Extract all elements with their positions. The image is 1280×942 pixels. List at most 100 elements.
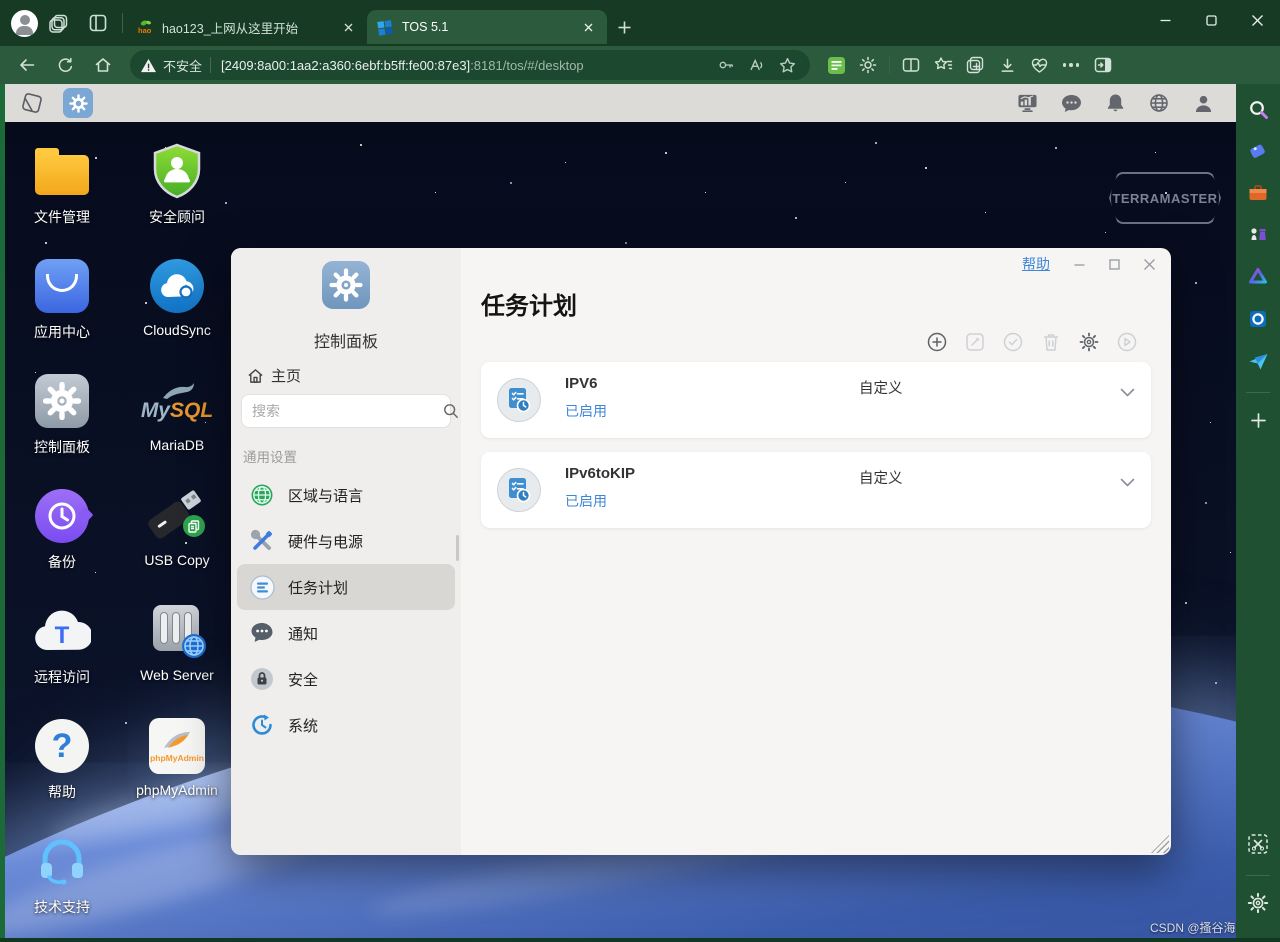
browser-close-button[interactable]: [1234, 0, 1280, 40]
sidebar-outlook-icon[interactable]: [1243, 304, 1273, 334]
sidebar-item-notifications[interactable]: 通知: [237, 610, 455, 656]
desktop-icon-usb-copy[interactable]: USB Copy: [122, 486, 232, 568]
tos-taskbar: [5, 84, 1236, 122]
sidebar-toggle-icon[interactable]: [1087, 51, 1119, 79]
desktop-icon-file-manager[interactable]: 文件管理: [7, 141, 117, 227]
starfield-small: [5, 122, 6, 123]
password-key-icon[interactable]: [718, 57, 734, 73]
desktop-icon-help[interactable]: ? 帮助: [7, 716, 117, 802]
tos-menu-icon[interactable]: [19, 90, 45, 116]
search-input[interactable]: [242, 403, 443, 419]
sidebar-shopping-icon[interactable]: [1243, 136, 1273, 166]
back-icon[interactable]: [8, 50, 46, 80]
desktop-icon-control-panel[interactable]: 控制面板: [7, 371, 117, 457]
sidebar-search-icon[interactable]: [1243, 94, 1273, 124]
control-panel-sidebar: 控制面板 主页 通用设置: [231, 248, 461, 855]
run-task-button[interactable]: [1117, 332, 1137, 352]
cloudsync-icon: [150, 259, 204, 313]
taskbar-control-panel-app[interactable]: [63, 88, 93, 118]
menu-label: 硬件与电源: [288, 531, 363, 552]
window-minimize-button[interactable]: [1074, 259, 1085, 270]
titlebar-separator: [122, 13, 123, 33]
home-icon: [247, 368, 264, 384]
split-screen-icon[interactable]: [895, 51, 927, 79]
window-resize-handle[interactable]: [1151, 835, 1169, 853]
downloads-icon[interactable]: [991, 51, 1023, 79]
globe-icon: [249, 482, 275, 508]
network-globe-icon[interactable]: [1148, 92, 1170, 114]
user-icon[interactable]: [1192, 92, 1214, 114]
task-status: 已启用: [565, 401, 607, 421]
desktop-icon-cloudsync[interactable]: CloudSync: [122, 256, 232, 338]
window-close-button[interactable]: [1144, 259, 1155, 270]
desktop-icon-phpmyadmin[interactable]: phpMyAdmin phpMyAdmin: [122, 716, 232, 798]
favorite-star-icon[interactable]: [779, 57, 796, 74]
task-list-icon: [249, 574, 275, 600]
tab-tos[interactable]: TOS 5.1: [367, 10, 607, 44]
vertical-tabs-icon[interactable]: [78, 6, 118, 40]
hao123-favicon: hao: [137, 19, 154, 36]
remote-access-cloud-icon: T: [33, 610, 91, 652]
resource-monitor-icon[interactable]: [1016, 92, 1038, 114]
system-restore-icon: [249, 712, 275, 738]
refresh-icon[interactable]: [46, 50, 84, 80]
not-secure-warning-icon: [140, 58, 157, 73]
desktop-icon-security-advisor[interactable]: 安全顾问: [122, 141, 232, 227]
address-bar[interactable]: 不安全 [2409:8a00:1aa2:a360:6ebf:b5ff:fe00:…: [130, 50, 810, 80]
window-maximize-button[interactable]: [1109, 259, 1120, 270]
desktop-icon-app-center[interactable]: 应用中心: [7, 256, 117, 342]
sidebar-item-home[interactable]: 主页: [247, 365, 301, 386]
sidebar-item-task-schedule[interactable]: 任务计划: [237, 564, 455, 610]
sidebar-drop-icon[interactable]: [1243, 346, 1273, 376]
desktop-icon-remote-access[interactable]: T 远程访问: [7, 601, 117, 687]
tab-close-icon[interactable]: [339, 18, 357, 36]
sidebar-settings-icon[interactable]: [1243, 888, 1273, 918]
task-row-ipv6[interactable]: IPV6 已启用 自定义: [481, 362, 1151, 438]
tab-title: hao123_上网从这里开始: [162, 18, 339, 37]
sidebar-toolbox-icon[interactable]: [1243, 178, 1273, 208]
browser-essentials-icon[interactable]: [1023, 51, 1055, 79]
collections-icon[interactable]: [959, 51, 991, 79]
sidebar-item-system[interactable]: 系统: [237, 702, 455, 748]
lock-icon: [249, 666, 275, 692]
delete-task-button[interactable]: [1041, 332, 1061, 352]
workspaces-icon[interactable]: [38, 6, 78, 40]
edit-task-button[interactable]: [965, 332, 985, 352]
green-extension-icon[interactable]: [820, 51, 852, 79]
read-aloud-icon[interactable]: [748, 57, 765, 73]
desktop-icon-web-server[interactable]: Web Server: [122, 601, 232, 683]
sidebar-item-region-language[interactable]: 区域与语言: [237, 472, 455, 518]
browser-minimize-button[interactable]: [1142, 0, 1188, 40]
sidebar-item-security[interactable]: 安全: [237, 656, 455, 702]
tab-hao123[interactable]: hao hao123_上网从这里开始: [127, 10, 367, 44]
add-task-button[interactable]: [927, 332, 947, 352]
tab-close-icon[interactable]: [579, 18, 597, 36]
desktop-icon-backup[interactable]: 备份: [7, 486, 117, 572]
task-settings-button[interactable]: [1079, 332, 1099, 352]
browser-profile-avatar[interactable]: [11, 10, 38, 37]
favorites-icon[interactable]: [927, 51, 959, 79]
new-tab-button[interactable]: [607, 12, 641, 42]
sidebar-m365-icon[interactable]: [1243, 262, 1273, 292]
desktop-icon-mariadb[interactable]: MySQL MariaDB: [122, 371, 232, 453]
browser-maximize-button[interactable]: [1188, 0, 1234, 40]
sidebar-scrollbar[interactable]: [456, 535, 459, 561]
messages-icon[interactable]: [1060, 92, 1082, 114]
help-link[interactable]: 帮助: [1022, 254, 1050, 274]
task-row-ipv6tokip[interactable]: IPv6toKIP 已启用 自定义: [481, 452, 1151, 528]
sidebar-games-icon[interactable]: [1243, 220, 1273, 250]
sidebar-item-hardware-power[interactable]: 硬件与电源: [237, 518, 455, 564]
search-box: [241, 394, 451, 428]
extensions-icon[interactable]: [852, 51, 884, 79]
home-icon[interactable]: [84, 50, 122, 80]
desktop-icon-tech-support[interactable]: 技术支持: [7, 831, 117, 917]
more-menu-icon[interactable]: [1055, 51, 1087, 79]
enable-task-button[interactable]: [1003, 332, 1023, 352]
chevron-down-icon[interactable]: [1120, 478, 1135, 487]
chevron-down-icon[interactable]: [1120, 388, 1135, 397]
sidebar-add-icon[interactable]: [1243, 405, 1273, 435]
notifications-bell-icon[interactable]: [1104, 92, 1126, 114]
usb-copy-icon: [147, 487, 207, 545]
search-icon[interactable]: [443, 403, 459, 419]
sidebar-screenshot-icon[interactable]: [1243, 829, 1273, 859]
